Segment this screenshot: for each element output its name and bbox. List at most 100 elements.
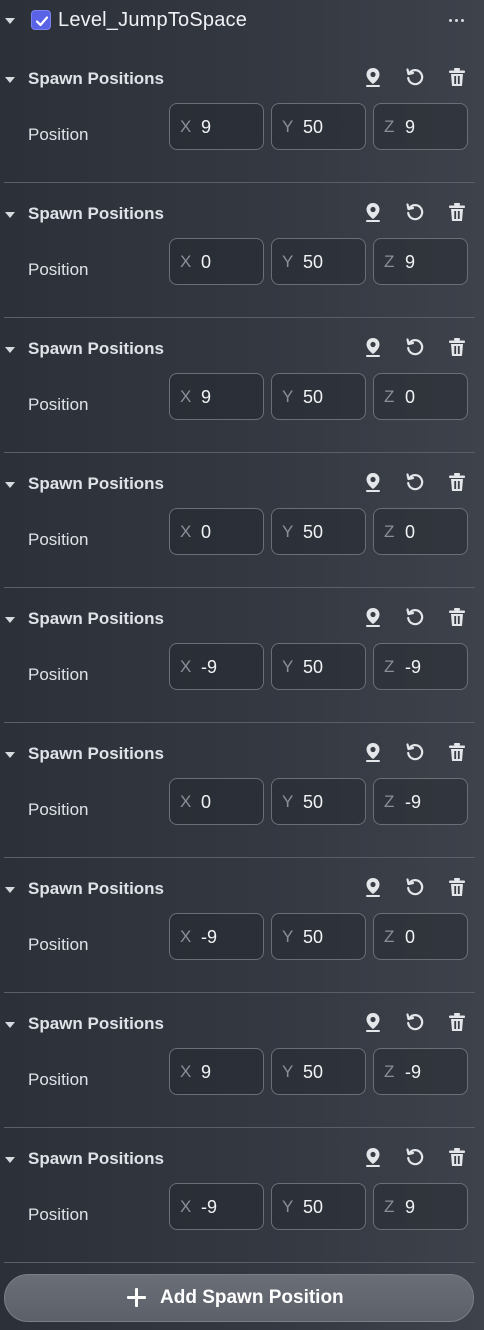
position-y-field[interactable]: Y 50 — [271, 238, 366, 285]
position-z-field[interactable]: Z0 — [373, 508, 468, 555]
position-z-value[interactable]: -9 — [405, 792, 421, 813]
trash-icon[interactable] — [446, 471, 468, 493]
reset-icon[interactable] — [404, 1146, 426, 1168]
add-spawn-position-button[interactable]: Add Spawn Position — [4, 1274, 474, 1322]
reset-icon[interactable] — [404, 201, 426, 223]
location-pin-icon[interactable] — [362, 66, 384, 88]
axis-label-y: Y — [282, 252, 294, 271]
trash-icon[interactable] — [446, 1146, 468, 1168]
position-z-field[interactable]: Z9 — [373, 238, 468, 285]
position-z-field[interactable]: Z -9 — [373, 1048, 468, 1095]
collapse-caret-icon[interactable] — [5, 1022, 15, 1028]
position-y-field[interactable]: Y 50 — [271, 1048, 366, 1095]
location-pin-icon[interactable] — [362, 201, 384, 223]
position-z-value[interactable]: 0 — [405, 387, 415, 408]
position-y-field[interactable]: Y 50 — [271, 1183, 366, 1230]
location-pin-icon[interactable] — [362, 606, 384, 628]
collapse-caret-icon[interactable] — [5, 482, 15, 488]
position-z-field[interactable]: Z9 — [373, 103, 468, 150]
reset-icon[interactable] — [404, 471, 426, 493]
position-y-value[interactable]: 50 — [303, 387, 323, 408]
position-label: Position — [28, 260, 89, 279]
trash-icon[interactable] — [446, 741, 468, 763]
position-x-field[interactable]: X0 — [169, 238, 264, 285]
axis-label-x: X — [180, 1062, 192, 1081]
position-x-field[interactable]: X -9 — [169, 643, 264, 690]
position-x-value[interactable]: 9 — [201, 387, 211, 408]
location-pin-icon[interactable] — [362, 471, 384, 493]
position-x-field[interactable]: X0 — [169, 778, 264, 825]
trash-icon[interactable] — [446, 606, 468, 628]
position-z-value[interactable]: 0 — [405, 522, 415, 543]
axis-label-x: X — [180, 387, 192, 406]
position-x-field[interactable]: X9 — [169, 1048, 264, 1095]
position-x-value[interactable]: -9 — [201, 1197, 217, 1218]
position-y-value[interactable]: 50 — [303, 1062, 323, 1083]
more-options-icon[interactable] — [446, 12, 468, 28]
component-enabled-checkbox[interactable] — [31, 10, 51, 30]
position-x-value[interactable]: -9 — [201, 657, 217, 678]
position-y-field[interactable]: Y 50 — [271, 373, 366, 420]
position-x-field[interactable]: X -9 — [169, 913, 264, 960]
position-x-field[interactable]: X9 — [169, 373, 264, 420]
position-x-value[interactable]: 9 — [201, 1062, 211, 1083]
position-y-value[interactable]: 50 — [303, 927, 323, 948]
location-pin-icon[interactable] — [362, 741, 384, 763]
trash-icon[interactable] — [446, 876, 468, 898]
reset-icon[interactable] — [404, 876, 426, 898]
position-z-value[interactable]: 0 — [405, 927, 415, 948]
position-x-field[interactable]: X -9 — [169, 1183, 264, 1230]
trash-icon[interactable] — [446, 336, 468, 358]
collapse-caret-icon[interactable] — [5, 77, 15, 83]
position-x-field[interactable]: X9 — [169, 103, 264, 150]
trash-icon[interactable] — [446, 201, 468, 223]
position-x-field[interactable]: X0 — [169, 508, 264, 555]
position-z-field[interactable]: Z9 — [373, 1183, 468, 1230]
collapse-caret-icon[interactable] — [5, 18, 15, 24]
reset-icon[interactable] — [404, 66, 426, 88]
collapse-caret-icon[interactable] — [5, 617, 15, 623]
position-y-field[interactable]: Y 50 — [271, 508, 366, 555]
trash-icon[interactable] — [446, 66, 468, 88]
position-z-field[interactable]: Z0 — [373, 373, 468, 420]
position-x-value[interactable]: 9 — [201, 117, 211, 138]
position-z-value[interactable]: -9 — [405, 1062, 421, 1083]
location-pin-icon[interactable] — [362, 336, 384, 358]
position-y-value[interactable]: 50 — [303, 522, 323, 543]
position-y-value[interactable]: 50 — [303, 252, 323, 273]
location-pin-icon[interactable] — [362, 1011, 384, 1033]
reset-icon[interactable] — [404, 741, 426, 763]
position-y-value[interactable]: 50 — [303, 792, 323, 813]
position-y-value[interactable]: 50 — [303, 1197, 323, 1218]
position-y-value[interactable]: 50 — [303, 657, 323, 678]
position-x-value[interactable]: -9 — [201, 927, 217, 948]
collapse-caret-icon[interactable] — [5, 1157, 15, 1163]
position-z-value[interactable]: 9 — [405, 1197, 415, 1218]
location-pin-icon[interactable] — [362, 876, 384, 898]
axis-label-z: Z — [384, 792, 395, 811]
reset-icon[interactable] — [404, 336, 426, 358]
collapse-caret-icon[interactable] — [5, 347, 15, 353]
collapse-caret-icon[interactable] — [5, 887, 15, 893]
position-y-field[interactable]: Y 50 — [271, 778, 366, 825]
position-z-field[interactable]: Z0 — [373, 913, 468, 960]
position-x-value[interactable]: 0 — [201, 522, 211, 543]
position-y-field[interactable]: Y 50 — [271, 643, 366, 690]
location-pin-icon[interactable] — [362, 1146, 384, 1168]
position-z-field[interactable]: Z -9 — [373, 643, 468, 690]
reset-icon[interactable] — [404, 1011, 426, 1033]
position-y-field[interactable]: Y 50 — [271, 913, 366, 960]
position-x-value[interactable]: 0 — [201, 792, 211, 813]
reset-icon[interactable] — [404, 606, 426, 628]
position-y-field[interactable]: Y 50 — [271, 103, 366, 150]
trash-icon[interactable] — [446, 1011, 468, 1033]
position-z-value[interactable]: -9 — [405, 657, 421, 678]
axis-label-y: Y — [282, 1062, 294, 1081]
collapse-caret-icon[interactable] — [5, 212, 15, 218]
position-z-value[interactable]: 9 — [405, 252, 415, 273]
position-x-value[interactable]: 0 — [201, 252, 211, 273]
position-z-field[interactable]: Z -9 — [373, 778, 468, 825]
position-z-value[interactable]: 9 — [405, 117, 415, 138]
position-y-value[interactable]: 50 — [303, 117, 323, 138]
collapse-caret-icon[interactable] — [5, 752, 15, 758]
